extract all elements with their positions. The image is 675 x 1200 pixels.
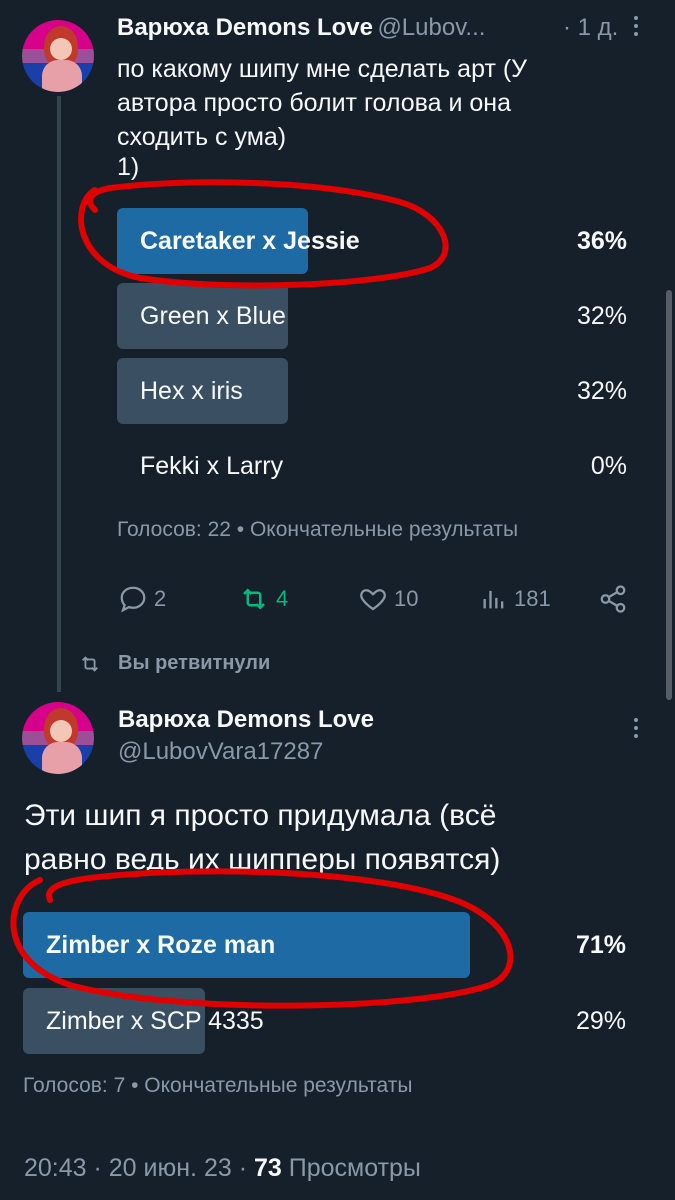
red-annotation-circles [10,179,514,1009]
red-circle-2 [10,868,514,1009]
red-circle-1 [78,179,449,289]
